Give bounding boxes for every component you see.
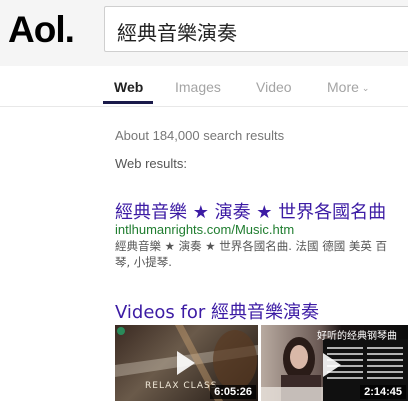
- active-tab-indicator: [103, 101, 153, 104]
- tab-web[interactable]: Web: [114, 79, 143, 95]
- thumbnail-caption: RELAX CLASS: [145, 381, 218, 391]
- video-thumbnail[interactable]: 好听的经典钢琴曲 2:14:45: [261, 325, 408, 401]
- play-icon: [177, 351, 195, 375]
- tab-video[interactable]: Video: [256, 79, 292, 95]
- thumbnail-caption: 好听的经典钢琴曲: [317, 331, 397, 342]
- result-snippet: 經典音樂 ★ 演奏 ★ 世界各國名曲. 法國 德國 美英 百 琴, 小提琴.: [115, 239, 388, 269]
- header: Aol.: [0, 0, 408, 67]
- search-box[interactable]: [104, 6, 408, 52]
- search-tabs: Web Images Video More ⌄: [0, 66, 408, 107]
- web-results-label: Web results:: [115, 156, 188, 171]
- tab-images[interactable]: Images: [175, 79, 221, 95]
- result-count: About 184,000 search results: [115, 128, 285, 143]
- search-input[interactable]: [115, 15, 408, 47]
- video-duration: 2:14:45: [360, 385, 406, 399]
- result-title-link[interactable]: 經典音樂 ★ 演奏 ★ 世界各國名曲: [115, 198, 386, 224]
- aol-logo[interactable]: Aol.: [8, 9, 75, 51]
- tab-more-label: More: [327, 79, 359, 95]
- tab-more[interactable]: More ⌄: [327, 79, 369, 95]
- chevron-down-icon: ⌄: [361, 83, 370, 93]
- result-url[interactable]: intlhumanrights.com/Music.htm: [115, 222, 294, 237]
- videos-section-title[interactable]: Videos for 經典音樂演奏: [115, 298, 319, 324]
- play-icon: [323, 353, 341, 377]
- video-duration: 6:05:26: [210, 385, 256, 399]
- video-thumbnail[interactable]: RELAX CLASS 6:05:26: [115, 325, 258, 401]
